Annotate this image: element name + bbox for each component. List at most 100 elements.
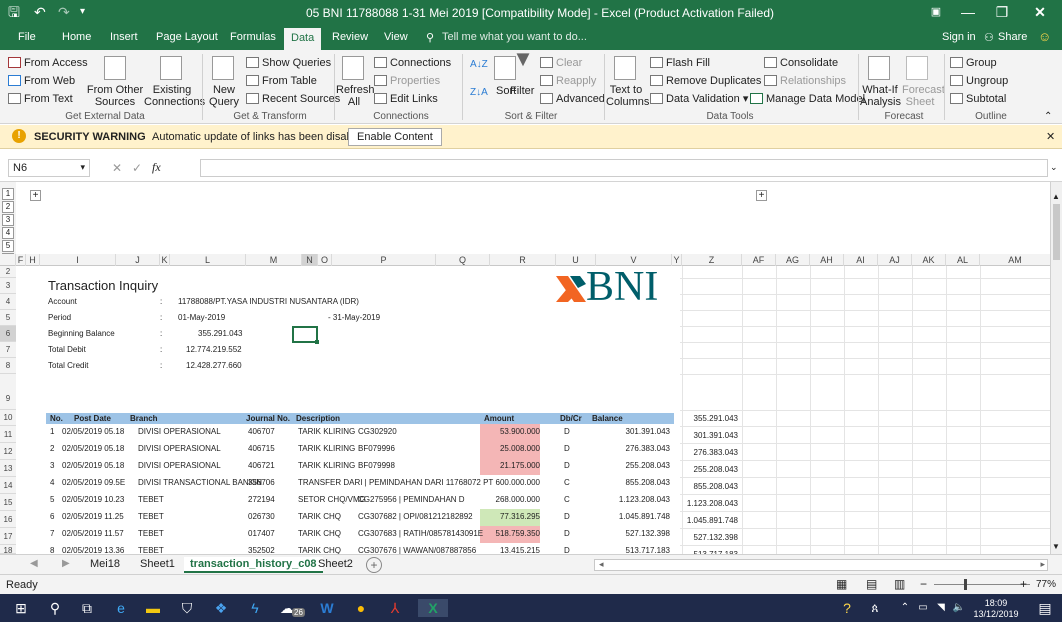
insert-function-icon[interactable]: fx	[152, 160, 161, 175]
edit-links-button[interactable]: Edit Links	[374, 92, 438, 106]
flash-fill-button[interactable]: Flash Fill	[650, 56, 710, 70]
recent-sources-button[interactable]: Recent Sources	[246, 92, 340, 106]
page-layout-icon[interactable]: ▤	[866, 577, 877, 591]
file-explorer-icon[interactable]: ▬	[144, 599, 162, 617]
manage-data-model-button[interactable]: Manage Data Model	[750, 92, 865, 106]
properties-button[interactable]: Properties	[374, 74, 440, 88]
scroll-thumb[interactable]	[1053, 204, 1060, 260]
network-icon[interactable]: ◥	[932, 599, 950, 617]
column-header[interactable]: I	[40, 254, 116, 266]
scroll-right-icon[interactable]: ▸	[1040, 559, 1045, 570]
from-text-button[interactable]: From Text	[8, 92, 73, 106]
fill-handle[interactable]	[315, 340, 319, 344]
row-header[interactable]: 2	[0, 266, 16, 278]
tab-review[interactable]: Review	[332, 31, 368, 43]
tab-home[interactable]: Home	[62, 31, 91, 43]
connections-button[interactable]: Connections	[374, 56, 451, 70]
ungroup-button[interactable]: Ungroup	[950, 74, 1008, 88]
sort-az-icon[interactable]: A↓Z	[470, 58, 488, 72]
column-header[interactable]: P	[332, 254, 436, 266]
prev-sheet-icon[interactable]: ◀	[30, 558, 38, 569]
next-sheet-icon[interactable]: ▶	[62, 558, 70, 569]
relationships-button[interactable]: Relationships	[764, 74, 846, 88]
sheet-tab-sheet2[interactable]: Sheet2	[312, 557, 359, 571]
clock-date[interactable]: 13/12/2019	[972, 609, 1020, 619]
column-header[interactable]: L	[170, 254, 246, 266]
from-other-sources-button[interactable]: From Other Sources	[86, 84, 144, 108]
text-to-columns-button[interactable]: Text to Columns	[606, 84, 649, 108]
from-web-button[interactable]: From Web	[8, 74, 75, 88]
zoom-level[interactable]: 77%	[1036, 579, 1056, 590]
tab-page-layout[interactable]: Page Layout	[156, 31, 218, 43]
zoom-slider-thumb[interactable]	[964, 579, 967, 590]
forecast-sheet-button[interactable]: Forecast Sheet	[902, 84, 945, 108]
reapply-button[interactable]: Reapply	[540, 74, 596, 88]
chrome-icon[interactable]: ●	[352, 599, 370, 617]
sort-za-icon[interactable]: Z↓A	[470, 86, 488, 100]
scroll-left-icon[interactable]: ◂	[599, 559, 604, 570]
subtotal-button[interactable]: Subtotal	[950, 92, 1006, 106]
group-button[interactable]: Group	[950, 56, 997, 70]
tab-file[interactable]: File	[18, 31, 36, 43]
row-header[interactable]: 4	[0, 294, 16, 310]
edge-icon[interactable]: e	[112, 599, 130, 617]
column-header[interactable]: AM	[980, 254, 1050, 266]
close-warning-icon[interactable]: ✕	[1046, 130, 1055, 143]
ribbon-display-icon[interactable]: ▣	[926, 4, 946, 20]
column-header[interactable]: R	[490, 254, 556, 266]
row-header[interactable]: 9	[0, 374, 16, 410]
column-header[interactable]: N	[302, 254, 318, 266]
row-header[interactable]: 14	[0, 477, 16, 494]
from-access-button[interactable]: From Access	[8, 56, 88, 70]
search-icon[interactable]: ⚲	[46, 599, 64, 617]
store-icon[interactable]: ⛉	[178, 599, 196, 617]
row-header[interactable]: 11	[0, 426, 16, 443]
confirm-entry-icon[interactable]: ✓	[132, 161, 142, 175]
row-header[interactable]: 18	[0, 545, 16, 555]
existing-connections-button[interactable]: Existing Connections	[144, 84, 205, 108]
from-table-button[interactable]: From Table	[246, 74, 317, 88]
dropbox-icon[interactable]: ❖	[212, 599, 230, 617]
tab-formulas[interactable]: Formulas	[230, 31, 276, 43]
redo-icon[interactable]: ↷	[58, 4, 70, 20]
collapse-ribbon-icon[interactable]: ⌃	[1044, 110, 1052, 124]
new-query-button[interactable]: New Query	[204, 84, 244, 108]
row-header[interactable]: 5	[0, 310, 16, 326]
windows-start-icon[interactable]: ⊞	[12, 599, 30, 617]
sheet-tab-transaction-history[interactable]: transaction_history_c08	[184, 557, 323, 573]
sign-in-link[interactable]: Sign in	[942, 31, 976, 43]
column-header[interactable]: AK	[912, 254, 946, 266]
outline-level-3-button[interactable]: 3	[2, 214, 14, 226]
expand-group-icon[interactable]: +	[756, 190, 767, 201]
data-validation-button[interactable]: Data Validation ▾	[650, 92, 748, 106]
zoom-slider[interactable]	[934, 584, 1030, 585]
row-header[interactable]: 3	[0, 278, 16, 294]
clock-time[interactable]: 18:09	[976, 598, 1016, 608]
column-header[interactable]: Z	[682, 254, 742, 266]
zoom-in-icon[interactable]: +	[1020, 577, 1027, 591]
task-view-icon[interactable]: ⧉	[78, 599, 96, 617]
column-header[interactable]: AL	[946, 254, 980, 266]
action-center-icon[interactable]: ▤	[1036, 599, 1054, 617]
remove-duplicates-button[interactable]: Remove Duplicates	[650, 74, 761, 88]
battery-icon[interactable]: ▭	[914, 599, 932, 617]
worksheet-grid[interactable]: Transaction Inquiry BNI Account Period B…	[16, 264, 1050, 559]
minimize-icon[interactable]: —	[958, 4, 978, 20]
outline-level-2-button[interactable]: 2	[2, 201, 14, 213]
people-icon[interactable]: ጰ	[866, 599, 884, 617]
page-break-icon[interactable]: ▥	[894, 577, 905, 591]
column-header[interactable]: J	[116, 254, 160, 266]
column-header[interactable]: AI	[844, 254, 878, 266]
column-header[interactable]: Q	[436, 254, 490, 266]
share-button[interactable]: Share	[998, 31, 1027, 43]
outline-level-4-button[interactable]: 4	[2, 227, 14, 239]
refresh-all-button[interactable]: Refresh All	[336, 84, 375, 108]
row-header[interactable]: 8	[0, 358, 16, 374]
show-hidden-icons[interactable]: ⌃	[896, 599, 914, 617]
excel-icon[interactable]: X	[418, 599, 448, 617]
cancel-entry-icon[interactable]: ✕	[112, 161, 122, 175]
word-icon[interactable]: W	[318, 599, 336, 617]
formula-input[interactable]	[200, 159, 1048, 177]
consolidate-button[interactable]: Consolidate	[764, 56, 838, 70]
close-icon[interactable]: ✕	[1030, 4, 1050, 20]
